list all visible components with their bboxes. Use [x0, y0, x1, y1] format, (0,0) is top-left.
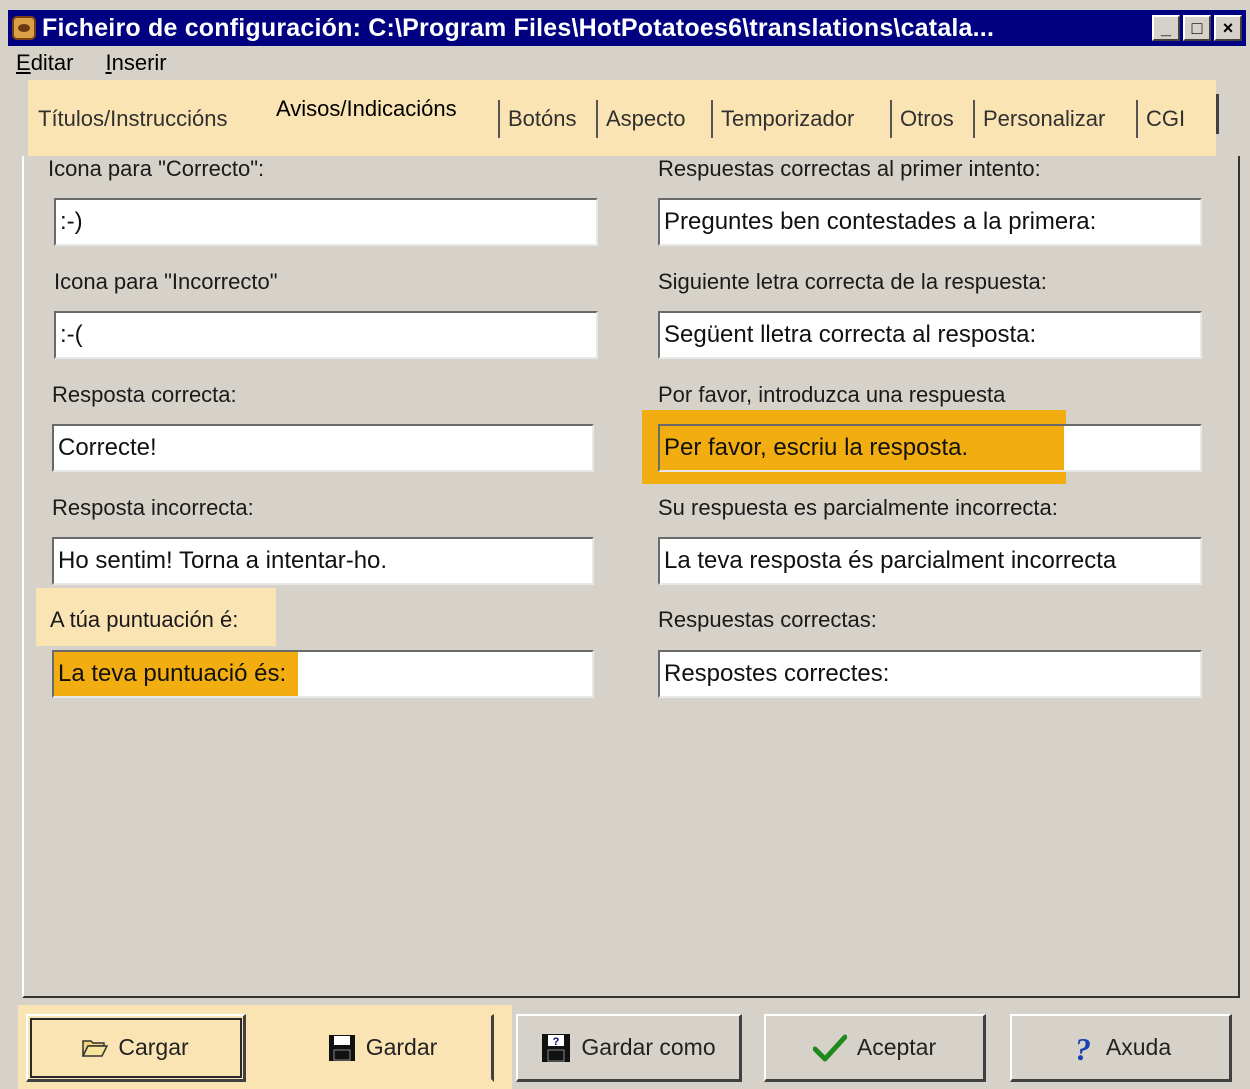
tab-strip-edge [1216, 94, 1219, 134]
avisos-panel: Icona para "Correcto": :-) Icona para "I… [22, 156, 1240, 998]
field-score-value: La teva puntuació és: [54, 652, 299, 696]
svg-text:?: ? [1075, 1032, 1091, 1064]
label-correct-answers: Respuestas correctas: [658, 607, 877, 632]
minimize-button[interactable]: _ [1152, 15, 1180, 41]
config-window: Ficheiro de configuración: C:\Program Fi… [0, 0, 1250, 1089]
floppy-disk-icon [328, 1034, 356, 1062]
close-icon: × [1222, 18, 1234, 38]
field-correct-answer[interactable]: Correcte! [52, 424, 594, 472]
menu-editar[interactable]: Editar [16, 50, 73, 76]
menu-bar: Editar Inserir [8, 48, 1246, 78]
cargar-button[interactable]: Cargar [26, 1014, 246, 1082]
maximize-button[interactable]: □ [1183, 15, 1211, 41]
label-next-letter: Siguiente letra correcta de la respuesta… [658, 269, 1047, 294]
svg-text:?: ? [553, 1036, 560, 1048]
tab-temporizador[interactable]: Temporizador [711, 100, 854, 138]
field-incorrect-answer[interactable]: Ho sentim! Torna a intentar-ho. [52, 537, 594, 585]
menu-inserir[interactable]: Inserir [105, 50, 166, 76]
label-icon-correct: Icona para "Correcto": [48, 156, 265, 181]
floppy-save-as-icon: ? [541, 1033, 571, 1063]
label-partially-incorrect: Su respuesta es parcialmente incorrecta: [658, 495, 1058, 520]
tab-titulos-instruccions[interactable]: Títulos/Instruccións [38, 100, 228, 138]
gardar-como-button[interactable]: ? Gardar como [516, 1014, 742, 1082]
maximize-icon: □ [1191, 18, 1203, 38]
label-score: A túa puntuación é: [50, 607, 239, 632]
close-button[interactable]: × [1214, 15, 1242, 41]
gardar-button[interactable]: Gardar [272, 1014, 494, 1082]
checkmark-icon [812, 1034, 847, 1062]
window-title: Ficheiro de configuración: C:\Program Fi… [42, 13, 995, 42]
field-correct-answers[interactable]: Respostes correctes: [658, 650, 1202, 698]
axuda-label: Axuda [1105, 1034, 1172, 1060]
field-icon-incorrect[interactable]: :-( [54, 311, 598, 359]
aceptar-label: Aceptar [856, 1034, 937, 1060]
field-partially-incorrect[interactable]: La teva resposta és parcialment incorrec… [658, 537, 1202, 585]
gardar-como-label: Gardar como [581, 1034, 716, 1060]
field-icon-correct[interactable]: :-) [54, 198, 598, 246]
field-enter-answer[interactable]: Per favor, escriu la resposta. [658, 424, 1202, 472]
tab-personalizar[interactable]: Personalizar [973, 100, 1105, 138]
tab-strip: Títulos/Instruccións Avisos/Indicacións … [28, 80, 1219, 156]
question-mark-icon: ? [1070, 1032, 1096, 1064]
cargar-label: Cargar [118, 1034, 189, 1060]
tab-avisos-indicacions[interactable]: Avisos/Indicacións [276, 90, 457, 128]
tab-otros[interactable]: Otros [890, 100, 954, 138]
folder-open-icon [82, 1038, 109, 1058]
label-enter-answer: Por favor, introduzca una respuesta [658, 382, 1006, 407]
field-score[interactable]: La teva puntuació és: [52, 650, 594, 698]
tab-botons[interactable]: Botóns [498, 100, 577, 138]
label-incorrect-answer: Resposta incorrecta: [52, 495, 254, 520]
aceptar-button[interactable]: Aceptar [764, 1014, 986, 1082]
label-correct-answer: Resposta correcta: [52, 382, 237, 407]
hot-potatoes-app-icon[interactable] [12, 16, 36, 40]
field-next-letter[interactable]: Següent lletra correcta al resposta: [658, 311, 1202, 359]
gardar-label: Gardar [365, 1034, 438, 1060]
title-bar[interactable]: Ficheiro de configuración: C:\Program Fi… [8, 10, 1246, 46]
field-enter-answer-value: Per favor, escriu la resposta. [660, 426, 1064, 470]
label-icon-incorrect: Icona para "Incorrecto" [54, 269, 278, 294]
axuda-button[interactable]: ? Axuda [1010, 1014, 1232, 1082]
tab-cgi[interactable]: CGI [1136, 100, 1185, 138]
field-first-try[interactable]: Preguntes ben contestades a la primera: [658, 198, 1202, 246]
label-first-try: Respuestas correctas al primer intento: [658, 156, 1041, 181]
minimize-icon: _ [1160, 18, 1171, 38]
tab-aspecto[interactable]: Aspecto [596, 100, 686, 138]
